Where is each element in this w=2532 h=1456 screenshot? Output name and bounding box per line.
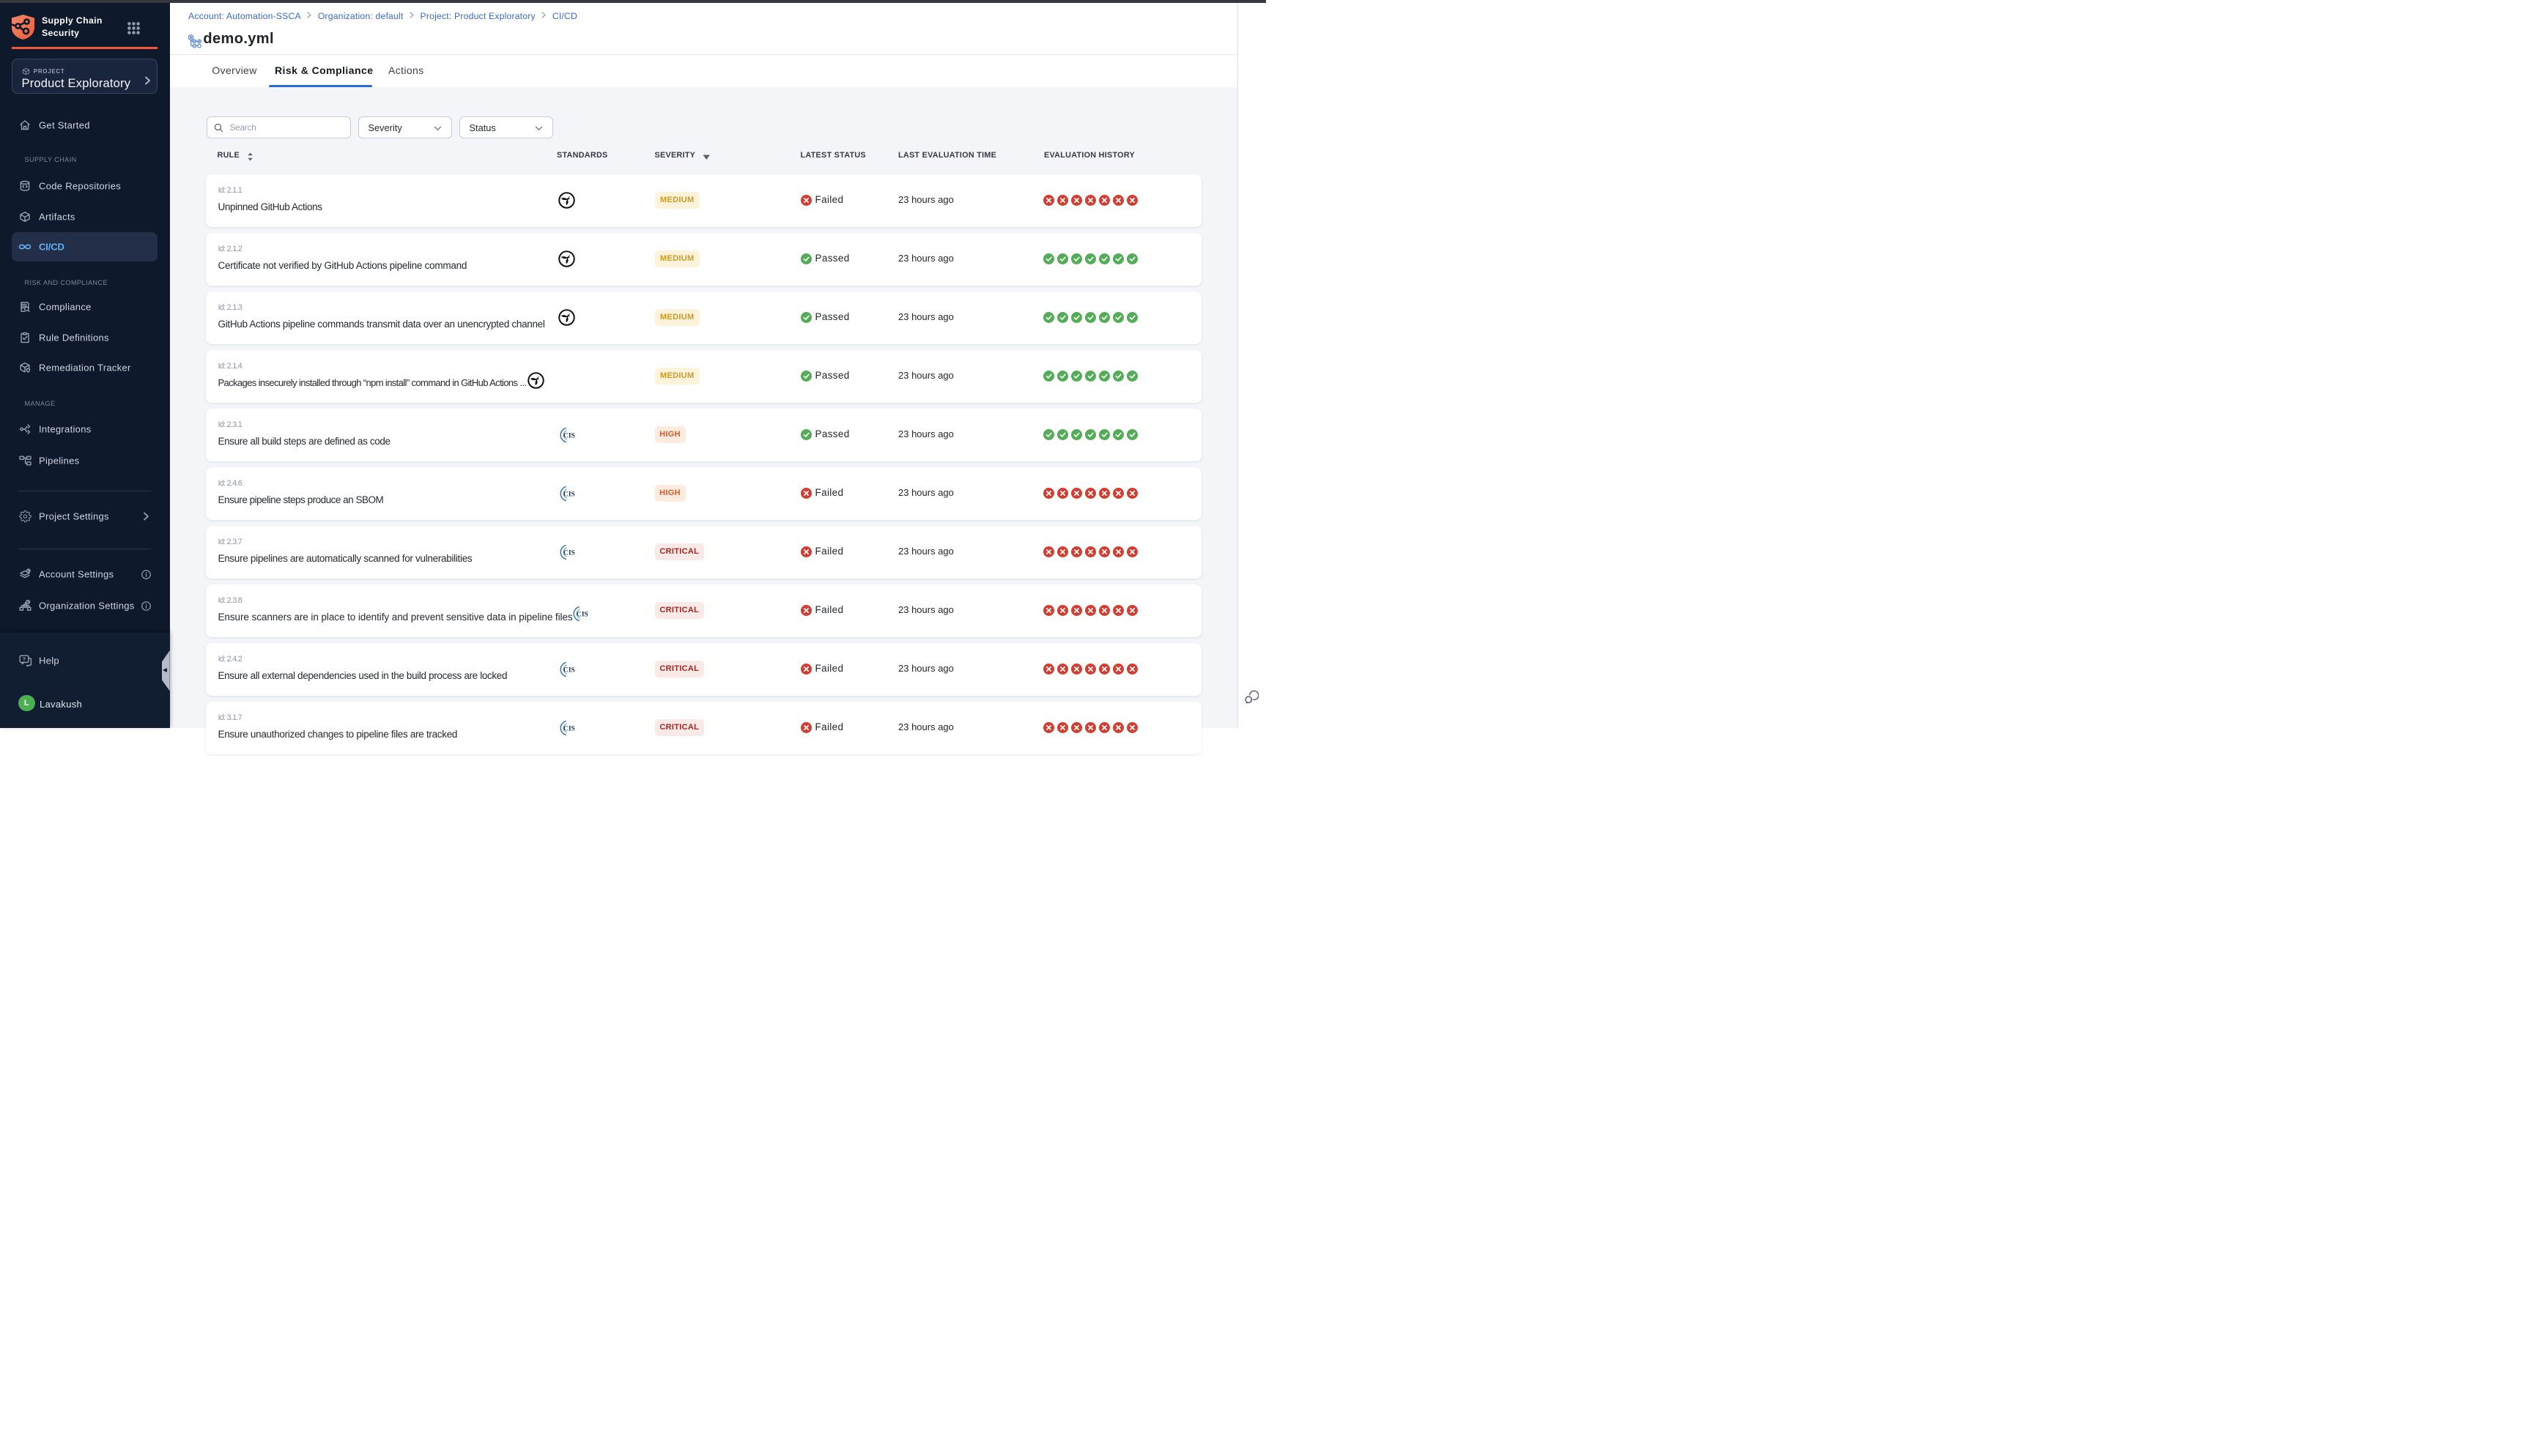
svg-text:?: ?: [23, 655, 26, 662]
svg-text:CIS: CIS: [563, 491, 575, 499]
svg-text:CIS: CIS: [563, 725, 575, 733]
svg-text:CIS: CIS: [563, 432, 575, 440]
svg-text:CIS: CIS: [563, 549, 575, 557]
svg-text:CIS: CIS: [577, 610, 588, 618]
svg-text:CIS: CIS: [563, 666, 575, 675]
